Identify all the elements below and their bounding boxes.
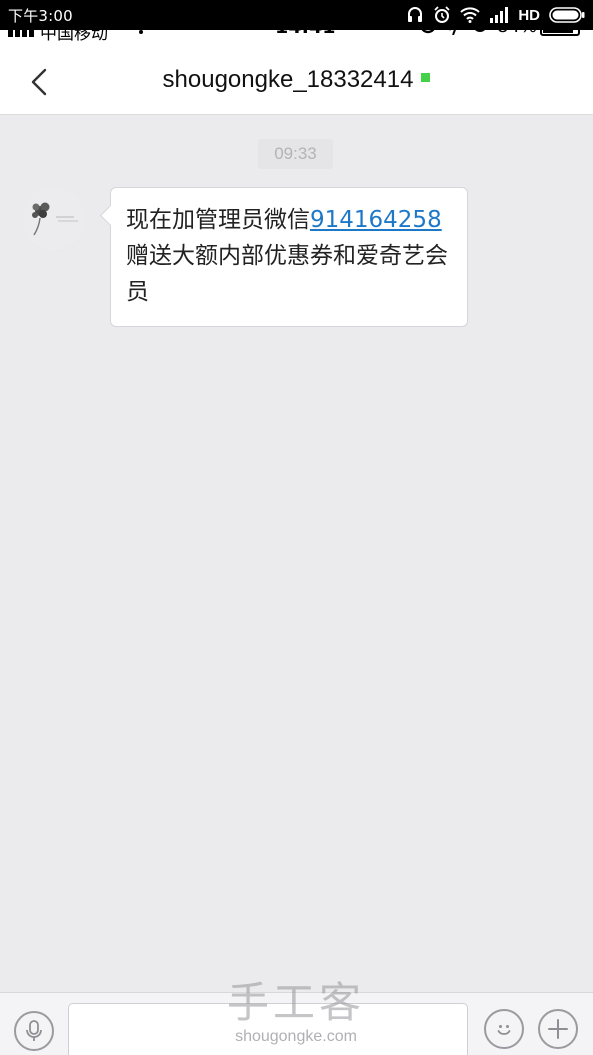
status-icons: HD bbox=[406, 4, 585, 26]
avatar[interactable] bbox=[22, 187, 86, 251]
chat-header: shougongke_18332414 bbox=[0, 42, 593, 115]
message-timestamp: 09:33 bbox=[258, 139, 333, 169]
message-bubble[interactable]: 现在加管理员微信914164258 赠送大额内部优惠券和爱奇艺会员 bbox=[99, 187, 468, 327]
plus-icon bbox=[548, 1019, 568, 1039]
headphones-icon bbox=[406, 6, 424, 24]
signal-icon bbox=[489, 7, 509, 23]
message-text: 现在加管理员微信 bbox=[126, 207, 310, 233]
page-title: shougongke_18332414 bbox=[0, 66, 593, 94]
wifi-icon bbox=[460, 7, 481, 23]
bubble-tail bbox=[99, 204, 122, 227]
online-status-indicator bbox=[421, 73, 431, 82]
microphone-icon bbox=[26, 1020, 42, 1041]
input-bar bbox=[0, 992, 593, 1055]
voice-button[interactable] bbox=[14, 1011, 54, 1051]
alarm-icon bbox=[433, 6, 451, 24]
contact-name: shougongke_18332414 bbox=[162, 66, 414, 93]
status-bar: 下午3:00 HD bbox=[0, 0, 593, 30]
more-options-button[interactable] bbox=[538, 1009, 578, 1049]
battery-icon bbox=[549, 7, 585, 23]
message-link[interactable]: 914164258 bbox=[310, 207, 442, 233]
flower-avatar-icon bbox=[22, 187, 86, 251]
message-input[interactable] bbox=[68, 1003, 468, 1055]
chat-area[interactable]: 09:33 现在加管理员微信914164258 赠送大额内部优惠券和爱奇艺会员 bbox=[0, 115, 593, 992]
network-type-label: HD bbox=[518, 6, 540, 24]
message-text-continued: 赠送大额内部优惠券和爱奇艺会员 bbox=[126, 243, 448, 305]
emoji-button[interactable] bbox=[484, 1009, 524, 1049]
status-time: 下午3:00 bbox=[8, 7, 73, 25]
smiley-icon bbox=[497, 1025, 511, 1035]
